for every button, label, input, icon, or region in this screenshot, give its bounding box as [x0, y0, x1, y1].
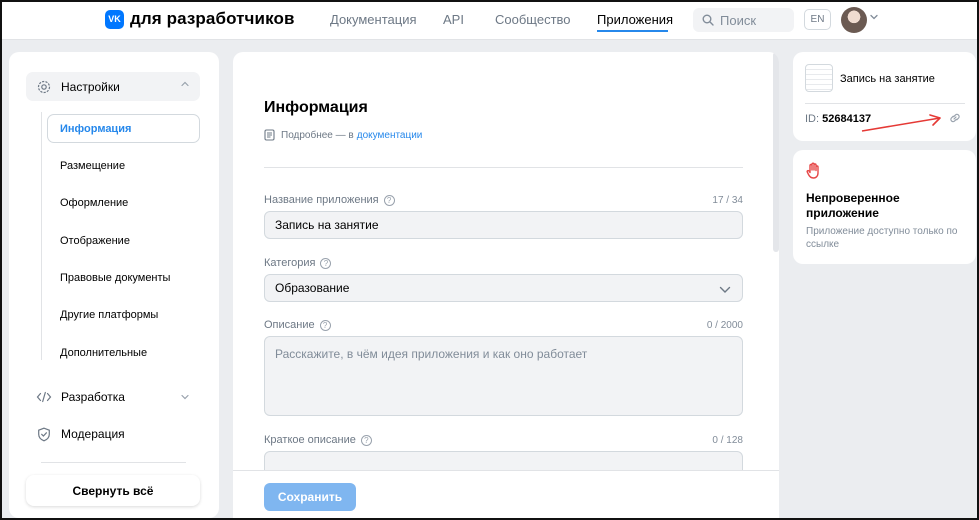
status-title: Непроверенное приложение: [806, 191, 900, 220]
document-icon: [264, 129, 275, 141]
search-icon: [702, 14, 714, 26]
avatar[interactable]: [841, 7, 867, 33]
docs-link[interactable]: документации: [357, 130, 423, 141]
app-name-label: Название приложения ?: [264, 194, 395, 206]
nav-active-indicator: [597, 30, 668, 32]
scrollbar[interactable]: [773, 52, 779, 252]
page-title: Информация: [264, 99, 368, 116]
field-label: Название приложения: [264, 194, 379, 206]
sidebar-subitem-legal[interactable]: Правовые документы: [60, 272, 170, 284]
select-value: Образование: [275, 281, 350, 295]
nav-apps[interactable]: Приложения: [597, 12, 673, 27]
description-label: Описание ?: [264, 319, 331, 331]
sidebar-item-label: Настройки: [61, 79, 120, 94]
unverified-status-card: Непроверенное приложение Приложение дост…: [793, 150, 976, 264]
sidebar-subitem-design[interactable]: Оформление: [60, 197, 128, 209]
chevron-up-icon: [181, 81, 189, 87]
language-switch[interactable]: EN: [804, 9, 831, 30]
logo-text: для разработчиков: [130, 9, 295, 28]
chevron-down-icon: [181, 394, 189, 400]
search-input[interactable]: Поиск: [693, 8, 794, 32]
app-name-counter: 17 / 34: [712, 195, 743, 206]
gear-icon: [36, 79, 52, 95]
settings-sidebar: Настройки Информация Размещение Оформлен…: [9, 52, 219, 518]
field-label: Категория: [264, 257, 316, 269]
divider: [805, 103, 965, 104]
annotation-arrow-icon: [861, 114, 941, 132]
divider: [264, 167, 743, 168]
help-icon[interactable]: ?: [383, 194, 395, 206]
description-counter: 0 / 2000: [706, 320, 743, 331]
nav-community[interactable]: Сообщество: [495, 12, 571, 27]
sidebar-subitem-additional[interactable]: Дополнительные: [60, 347, 147, 359]
form-footer: Сохранить: [233, 470, 779, 520]
tree-line: [41, 112, 42, 360]
category-label: Категория ?: [264, 257, 332, 269]
docs-hint-text: Подробнее — в: [281, 129, 354, 141]
field-label: Описание: [264, 319, 315, 331]
vk-logo-icon: VK: [105, 9, 124, 29]
vk-logo[interactable]: VK для разработчиков: [105, 9, 295, 29]
sidebar-subitem-display[interactable]: Отображение: [60, 235, 130, 247]
top-header: VK для разработчиков Документация API Со…: [0, 0, 979, 40]
status-description: Приложение доступно только по ссылке: [806, 226, 958, 250]
category-select[interactable]: Образование: [264, 274, 743, 302]
sidebar-item-settings[interactable]: Настройки: [26, 72, 200, 101]
stop-hand-icon: [806, 162, 819, 179]
sidebar-item-label: Разработка: [61, 390, 125, 404]
search-placeholder: Поиск: [720, 12, 757, 28]
sidebar-item-label: Модерация: [61, 427, 125, 441]
sidebar-subitem-information[interactable]: Информация: [47, 114, 200, 143]
sidebar-divider: [41, 462, 186, 463]
help-icon[interactable]: ?: [320, 257, 332, 269]
code-icon: [36, 389, 52, 405]
input-value: Запись на занятие: [275, 218, 379, 232]
shield-icon: [36, 426, 52, 442]
chevron-down-icon: [719, 286, 731, 293]
help-icon[interactable]: ?: [360, 434, 372, 446]
sidebar-item-moderation[interactable]: Модерация: [36, 426, 125, 442]
nav-docs[interactable]: Документация: [330, 12, 417, 27]
app-name-input[interactable]: Запись на занятие: [264, 211, 743, 239]
chevron-down-icon[interactable]: [870, 14, 878, 20]
docs-hint: Подробнее — в документации: [264, 129, 422, 141]
save-button[interactable]: Сохранить: [264, 483, 356, 511]
sidebar-item-development[interactable]: Разработка: [36, 389, 200, 405]
description-textarea[interactable]: Расскажите, в чём идея приложения и как …: [264, 336, 743, 416]
collapse-all-button[interactable]: Свернуть всё: [26, 475, 200, 506]
sidebar-subitem-platforms[interactable]: Другие платформы: [60, 309, 158, 321]
sidebar-subitem-placement[interactable]: Размещение: [60, 160, 125, 172]
short-description-label: Краткое описание ?: [264, 434, 372, 446]
field-label: Краткое описание: [264, 434, 356, 446]
app-id-label: ID:: [805, 113, 820, 125]
app-card-name: Запись на занятие: [840, 73, 935, 85]
short-description-counter: 0 / 128: [712, 435, 743, 446]
main-panel: Информация Подробнее — в документации На…: [233, 52, 779, 520]
textarea-placeholder: Расскажите, в чём идея приложения и как …: [275, 347, 588, 361]
link-icon[interactable]: [948, 111, 962, 125]
help-icon[interactable]: ?: [319, 319, 331, 331]
app-thumbnail: [805, 64, 833, 92]
nav-api[interactable]: API: [443, 12, 464, 27]
